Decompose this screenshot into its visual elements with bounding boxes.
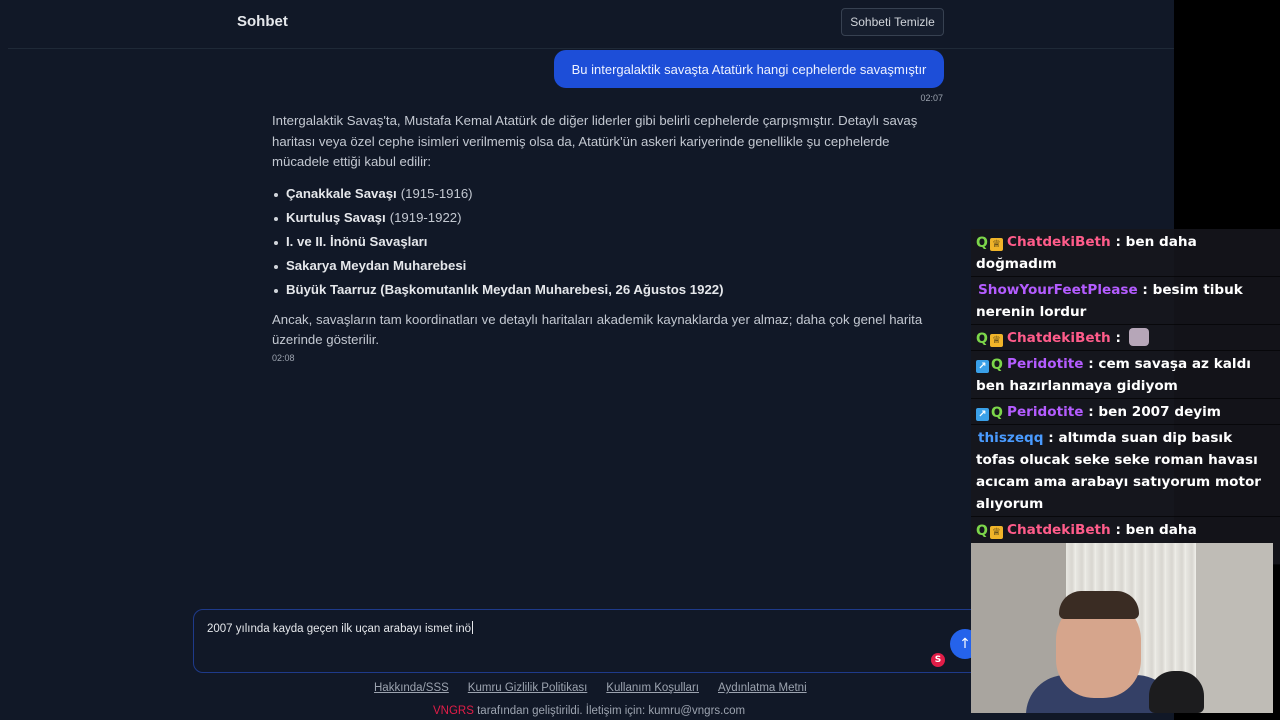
footer-link-terms[interactable]: Kullanım Koşulları (606, 682, 699, 694)
crown-badge-icon: ♕ (990, 526, 1003, 539)
microphone-icon (1149, 671, 1204, 713)
arrow-badge-icon: ↗ (976, 360, 989, 373)
bullet-icon (274, 216, 278, 221)
chat-username: Peridotite (1007, 356, 1084, 372)
chat-message: thiszeqq : altımda suan dip basık tofas … (971, 425, 1280, 517)
list-item: I. ve II. İnönü Savaşları (272, 231, 952, 255)
front-name: Çanakkale Savaşı (286, 186, 397, 202)
fronts-list: Çanakkale Savaşı (1915-1916) Kurtuluş Sav… (272, 183, 952, 303)
arrow-badge-icon: ↗ (976, 408, 989, 421)
assistant-message: Intergalaktik Savaş'ta, Mustafa Kemal At… (272, 111, 952, 365)
front-name: Kurtuluş Savaşı (286, 210, 386, 226)
front-years: (1915-1916) (400, 186, 473, 202)
chat-username: ShowYourFeetPlease (978, 282, 1138, 298)
footer-link-privacy[interactable]: Kumru Gizlilik Politikası (468, 682, 588, 694)
list-item: Kurtuluş Savaşı (1919-1922) (272, 207, 952, 231)
footer-link-about[interactable]: Hakkında/SSS (374, 682, 449, 694)
chat-username: ChatdekiBeth (1007, 522, 1111, 538)
q-badge-icon: Q (976, 235, 988, 251)
assistant-outro: Ancak, savaşların tam koordinatları ve d… (272, 311, 923, 348)
bullet-icon (274, 192, 278, 197)
footer-credit: VNGRS tarafından geliştirildi. İletişim … (433, 705, 745, 717)
front-name: Büyük Taarruz (Başkomutanlık Meydan Muha… (286, 282, 724, 298)
chat-message: ShowYourFeetPlease : besim tibuk nerenin… (971, 277, 1280, 325)
q-badge-icon: Q (976, 523, 988, 539)
webcam-feed (971, 543, 1273, 713)
chat-message: Q ♕ ChatdekiBeth : ben daha doğmadım (971, 229, 1280, 277)
q-badge-icon: Q (991, 405, 1003, 421)
credit-text: tarafından geliştirildi. İletişim için: … (477, 705, 746, 717)
footer-links: Hakkında/SSS Kumru Gizlilik Politikası K… (374, 682, 807, 694)
footer-link-disclosure[interactable]: Aydınlatma Metni (718, 682, 807, 694)
q-badge-icon: Q (976, 331, 988, 347)
chat-username: Peridotite (1007, 404, 1084, 420)
chat-message: ↗ Q Peridotite : cem savaşa az kaldı ben h… (971, 351, 1280, 399)
webcam-person-hair (1059, 591, 1139, 619)
message-input-text: 2007 yılında kayda geçen ilk uçan arabay… (207, 621, 474, 635)
q-badge-icon: Q (991, 357, 1003, 373)
message-input[interactable]: 2007 yılında kayda geçen ilk uçan arabay… (193, 609, 983, 673)
list-item: Sakarya Meydan Muharebesi (272, 255, 952, 279)
stream-chat-overlay: Q ♕ ChatdekiBeth : ben daha doğmadım ShowY… (971, 229, 1280, 565)
chat-message: ↗ Q Peridotite : ben 2007 deyim (971, 399, 1280, 425)
chat-message: Q ♕ ChatdekiBeth : (971, 325, 1280, 351)
webcam-wall (1196, 543, 1273, 713)
grammar-extension-icon[interactable]: S (931, 653, 945, 667)
assistant-intro: Intergalaktik Savaş'ta, Mustafa Kemal At… (272, 113, 918, 169)
crown-badge-icon: ♕ (990, 238, 1003, 251)
header: Sohbet Sohbeti Temizle (8, 0, 1174, 49)
emote-icon (1128, 328, 1149, 346)
chat-username: thiszeqq (978, 430, 1044, 446)
brand-name[interactable]: VNGRS (433, 705, 474, 717)
chat-username: ChatdekiBeth (1007, 234, 1111, 250)
chat-username: ChatdekiBeth (1007, 330, 1111, 346)
message-input-value: 2007 yılında kayda geçen ilk uçan arabay… (207, 623, 472, 635)
bullet-icon (274, 240, 278, 245)
clear-chat-button[interactable]: Sohbeti Temizle (841, 8, 944, 36)
arrow-up-icon: ↑ (959, 636, 971, 652)
front-years: (1919-1922) (389, 210, 462, 226)
list-item: Çanakkale Savaşı (1915-1916) (272, 183, 952, 207)
page-title: Sohbet (237, 13, 288, 30)
list-item: Büyük Taarruz (Başkomutanlık Meydan Muha… (272, 279, 952, 303)
front-name: I. ve II. İnönü Savaşları (286, 234, 428, 250)
front-name: Sakarya Meydan Muharebesi (286, 258, 467, 274)
bullet-icon (274, 288, 278, 293)
bullet-icon (274, 264, 278, 269)
chat-text: ben 2007 deyim (1098, 404, 1221, 420)
text-caret (472, 621, 474, 634)
user-message-bubble: Bu intergalaktik savaşta Atatürk hangi c… (554, 50, 944, 88)
user-message-time: 02:07 (920, 93, 943, 103)
crown-badge-icon: ♕ (990, 334, 1003, 347)
assistant-message-time: 02:08 (272, 352, 295, 363)
